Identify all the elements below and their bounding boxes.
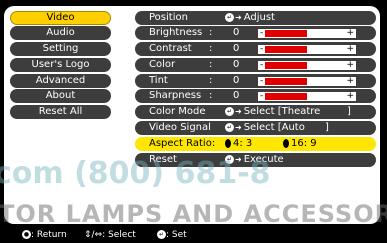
slider-fill bbox=[265, 62, 307, 69]
setting-row-position[interactable]: Position ↵ ➜ Adjust bbox=[135, 11, 376, 25]
position-action: ↵ ➜ Adjust bbox=[225, 11, 275, 25]
menu-item-audio[interactable]: Audio bbox=[10, 26, 111, 40]
setting-row-color[interactable]: Color : 0 - + bbox=[135, 58, 376, 72]
menu-item-setting[interactable]: Setting bbox=[10, 42, 111, 56]
setting-row-brightness[interactable]: Brightness : 0 - + bbox=[135, 26, 376, 40]
setting-value: 0 bbox=[233, 43, 240, 54]
watermark-brand: TOR LAMPS AND ACCESSORI bbox=[0, 200, 387, 228]
action-label: Select [Auto bbox=[243, 122, 305, 133]
setting-label: Brightness bbox=[149, 27, 203, 38]
option-label: 16: 9 bbox=[291, 138, 317, 149]
setting-row-aspect-ratio[interactable]: Aspect Ratio: 4: 3 16: 9 bbox=[135, 137, 376, 151]
enter-icon: ↵ bbox=[157, 230, 166, 239]
tint-slider[interactable]: - + bbox=[258, 76, 356, 86]
setting-value: 0 bbox=[233, 90, 240, 101]
bracket-close: ] bbox=[347, 106, 351, 117]
plus-icon: + bbox=[346, 76, 354, 86]
setting-row-color-mode[interactable]: Color Mode ↵ ➜ Select [Theatre ] bbox=[135, 105, 376, 119]
setting-value: 0 bbox=[233, 59, 240, 70]
aspect-option-4-3[interactable]: 4: 3 bbox=[225, 137, 252, 151]
setting-label: Video Signal bbox=[149, 122, 211, 133]
menu-item-video[interactable]: Video bbox=[10, 11, 111, 25]
colon: : bbox=[209, 75, 213, 86]
set-label: : Set bbox=[166, 230, 187, 240]
minus-icon: - bbox=[260, 76, 264, 86]
plus-icon: + bbox=[346, 28, 354, 38]
enter-icon: ↵ bbox=[225, 122, 234, 132]
action-label: Execute bbox=[243, 154, 284, 165]
bracket-close: ] bbox=[325, 122, 329, 133]
colon: : bbox=[209, 43, 213, 54]
action-label: Adjust bbox=[243, 12, 275, 23]
return-label: : Return bbox=[31, 230, 67, 240]
minus-icon: - bbox=[260, 44, 264, 54]
slider-fill bbox=[265, 30, 307, 37]
esc-icon: ● bbox=[22, 230, 31, 239]
color-slider[interactable]: - + bbox=[258, 60, 356, 70]
setting-label: Sharpness bbox=[149, 90, 202, 101]
menu-item-advanced[interactable]: Advanced bbox=[10, 74, 111, 88]
return-hint: ●: Return bbox=[22, 228, 67, 243]
setting-row-tint[interactable]: Tint : 0 - + bbox=[135, 74, 376, 88]
enter-icon: ↵ bbox=[225, 106, 234, 116]
select-label: : Select bbox=[102, 230, 136, 240]
setting-label: Position bbox=[149, 12, 188, 23]
enter-icon: ↵ bbox=[225, 12, 234, 22]
setting-value: 0 bbox=[233, 27, 240, 38]
selected-dot-icon bbox=[225, 138, 231, 148]
left-right-arrows-icon: ⇔ bbox=[94, 230, 103, 240]
setting-label: Color bbox=[149, 59, 176, 70]
color-mode-action: ↵ ➜ Select [Theatre bbox=[225, 105, 320, 119]
arrow-right-icon: ➜ bbox=[235, 123, 242, 132]
slider-fill bbox=[265, 93, 307, 100]
setting-row-video-signal[interactable]: Video Signal ↵ ➜ Select [Auto ] bbox=[135, 121, 376, 135]
minus-icon: - bbox=[260, 91, 264, 101]
plus-icon: + bbox=[346, 44, 354, 54]
sharpness-slider[interactable]: - + bbox=[258, 91, 356, 101]
action-label: Select [Theatre bbox=[243, 106, 321, 117]
colon: : bbox=[209, 90, 213, 101]
set-hint: ↵: Set bbox=[157, 228, 187, 243]
menu-item-about[interactable]: About bbox=[10, 89, 111, 103]
enter-icon: ↵ bbox=[225, 154, 234, 164]
minus-icon: - bbox=[260, 60, 264, 70]
option-label: 4: 3 bbox=[233, 138, 253, 149]
setting-value: 0 bbox=[233, 75, 240, 86]
setting-label: Tint bbox=[149, 75, 168, 86]
arrow-right-icon: ➜ bbox=[235, 155, 242, 164]
minus-icon: - bbox=[260, 28, 264, 38]
setting-row-reset[interactable]: Reset ↵ ➜ Execute bbox=[135, 153, 376, 167]
setting-label: Aspect Ratio: bbox=[149, 138, 216, 149]
osd-menu-panel: Video Audio Setting User's Logo Advanced… bbox=[0, 6, 387, 228]
setting-label: Color Mode bbox=[149, 106, 206, 117]
plus-icon: + bbox=[346, 91, 354, 101]
brightness-slider[interactable]: - + bbox=[258, 28, 356, 38]
menu-item-reset-all[interactable]: Reset All bbox=[10, 105, 111, 119]
radio-dot-icon bbox=[283, 138, 289, 148]
setting-label: Reset bbox=[149, 154, 177, 165]
up-down-arrows-icon: ⇕ bbox=[84, 230, 92, 240]
setting-row-contrast[interactable]: Contrast : 0 - + bbox=[135, 42, 376, 56]
plus-icon: + bbox=[346, 60, 354, 70]
slider-fill bbox=[265, 78, 307, 85]
select-hint: ⇕/⇔: Select bbox=[84, 230, 136, 240]
key-guide-footer: ●: Return ⇕/⇔: Select ↵: Set bbox=[0, 228, 387, 243]
aspect-option-16-9[interactable]: 16: 9 bbox=[283, 137, 317, 151]
arrow-right-icon: ➜ bbox=[235, 13, 242, 22]
reset-action: ↵ ➜ Execute bbox=[225, 153, 284, 167]
contrast-slider[interactable]: - + bbox=[258, 44, 356, 54]
slider-fill bbox=[265, 46, 307, 53]
arrow-right-icon: ➜ bbox=[235, 107, 242, 116]
colon: : bbox=[209, 59, 213, 70]
setting-label: Contrast bbox=[149, 43, 192, 54]
setting-row-sharpness[interactable]: Sharpness : 0 - + bbox=[135, 89, 376, 103]
video-signal-action: ↵ ➜ Select [Auto bbox=[225, 121, 305, 135]
colon: : bbox=[209, 27, 213, 38]
menu-item-users-logo[interactable]: User's Logo bbox=[10, 58, 111, 72]
